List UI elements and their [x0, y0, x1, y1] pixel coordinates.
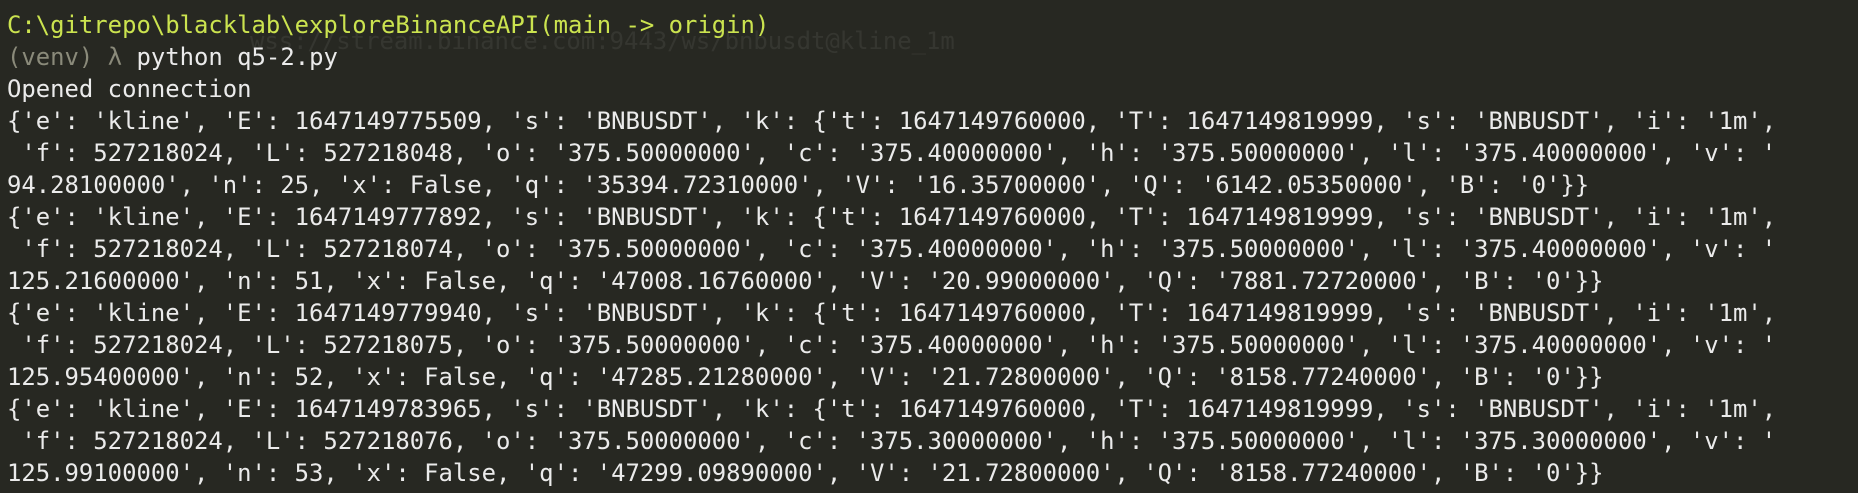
- prompt-git-branch: (main -> origin): [539, 11, 770, 39]
- prompt-lambda-icon: λ: [107, 43, 123, 71]
- prompt-path-line: C:\gitrepo\blacklab\exploreBinanceAPI(ma…: [7, 9, 1858, 41]
- output-line: 'f': 527218024, 'L': 527218074, 'o': '37…: [7, 235, 1777, 263]
- output-line: 125.95400000', 'n': 52, 'x': False, 'q':…: [7, 363, 1604, 391]
- output-line: {'e': 'kline', 'E': 1647149783965, 's': …: [7, 395, 1777, 423]
- prompt-command: python q5-2.py: [136, 43, 338, 71]
- terminal-window[interactable]: wss://stream.binance.com:9443/ws/bnbusdt…: [0, 0, 1858, 493]
- prompt-path: C:\gitrepo\blacklab\exploreBinanceAPI: [7, 11, 540, 39]
- output-line: {'e': 'kline', 'E': 1647149777892, 's': …: [7, 203, 1777, 231]
- output-line: 94.28100000', 'n': 25, 'x': False, 'q': …: [7, 171, 1590, 199]
- output-line: 125.21600000', 'n': 51, 'x': False, 'q':…: [7, 267, 1604, 295]
- prompt-command-line: (venv) λ python q5-2.py: [7, 41, 1858, 73]
- terminal-output: C:\gitrepo\blacklab\exploreBinanceAPI(ma…: [7, 9, 1858, 489]
- prompt-venv: (venv): [7, 43, 94, 71]
- output-line: {'e': 'kline', 'E': 1647149775509, 's': …: [7, 107, 1777, 135]
- output-line: {'e': 'kline', 'E': 1647149779940, 's': …: [7, 299, 1777, 327]
- output-line: 'f': 527218024, 'L': 527218075, 'o': '37…: [7, 331, 1777, 359]
- output-line: 125.99100000', 'n': 53, 'x': False, 'q':…: [7, 459, 1604, 487]
- output-line: 'f': 527218024, 'L': 527218048, 'o': '37…: [7, 139, 1777, 167]
- output-line: 'f': 527218024, 'L': 527218076, 'o': '37…: [7, 427, 1777, 455]
- output-line: Opened connection: [7, 75, 252, 103]
